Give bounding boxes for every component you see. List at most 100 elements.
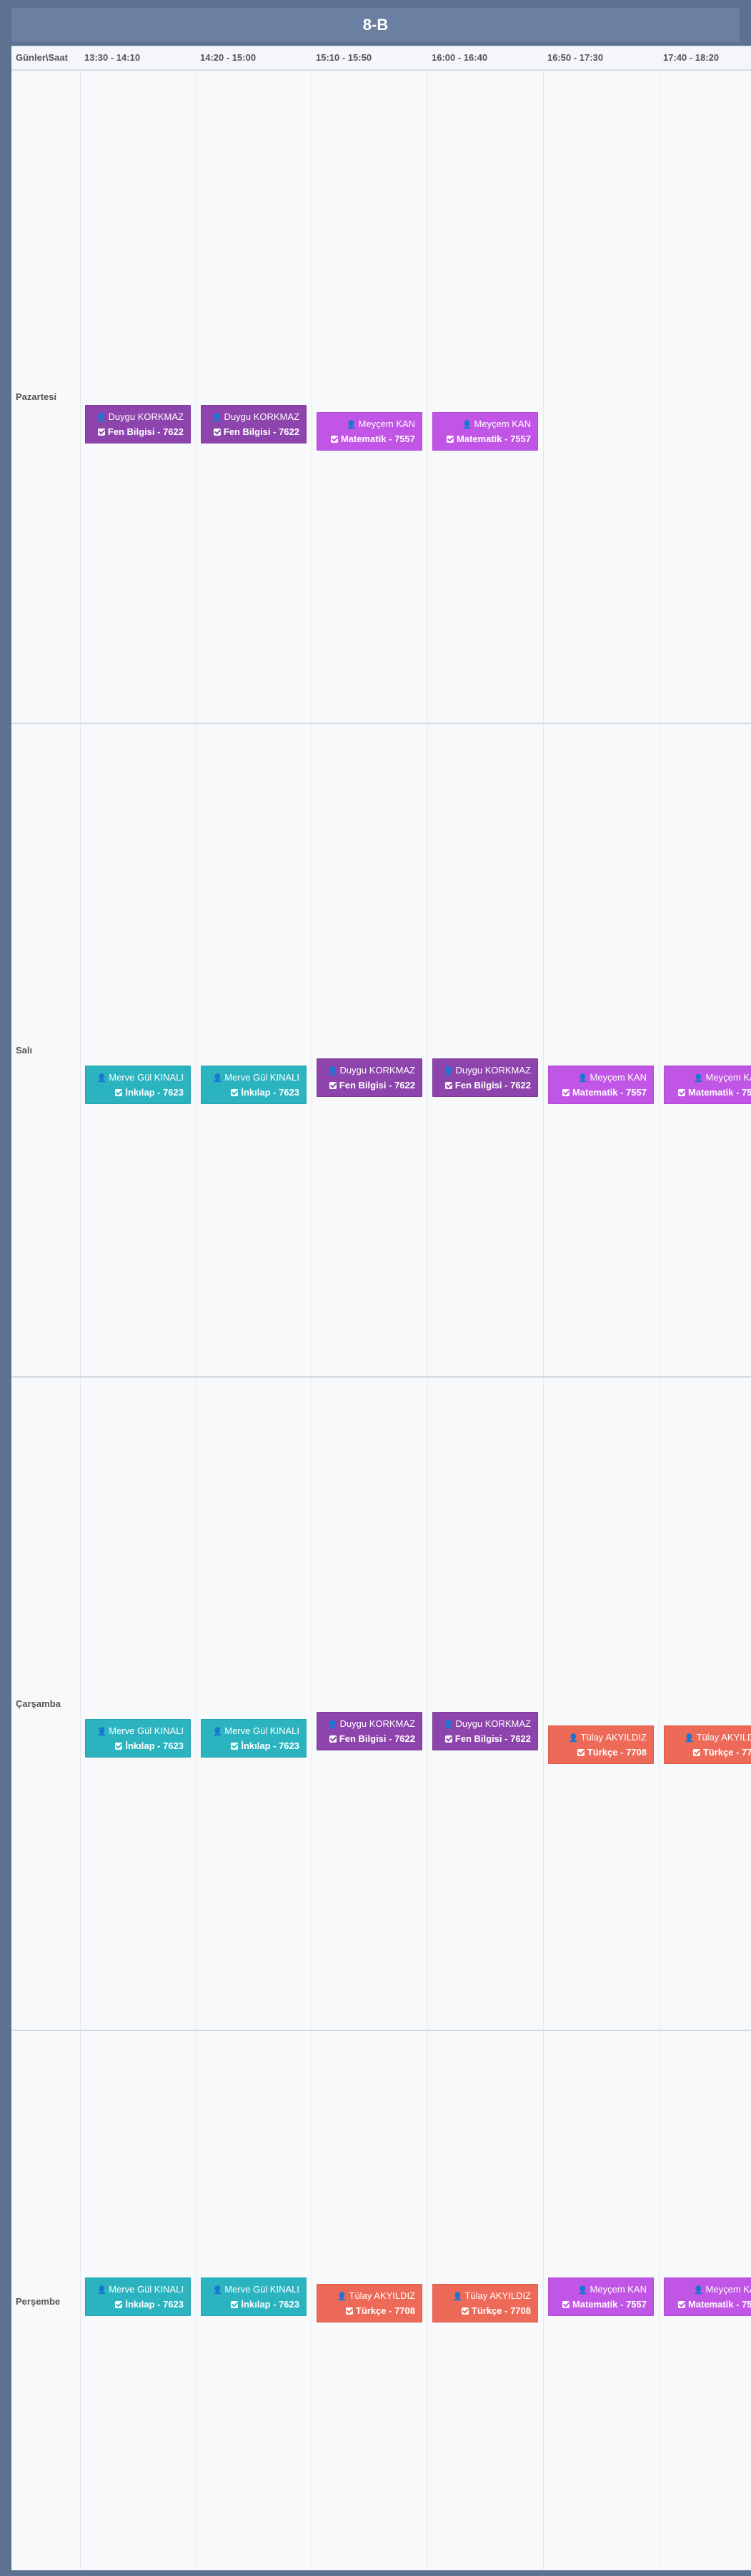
check-square-icon [115,1743,123,1750]
lesson-teacher: 👤 Duygu KORKMAZ [206,410,299,425]
lesson-subject: İnkılap - 7623 [206,1739,299,1753]
lesson-card[interactable]: 👤 Duygu KORKMAZ Fen Bilgisi - 7622 [317,1712,422,1750]
lesson-card[interactable]: 👤Meyçem KAN Matematik - 7557 [664,2277,751,2316]
lesson-card[interactable]: 👤 Merve Gül KINALI İnkılap - 7623 [201,1066,307,1104]
check-square-icon [677,2301,685,2308]
user-icon: 👤 [96,414,106,422]
lesson-card[interactable]: 👤Tülay AKYILDIZ Türkçe - 7708 [432,2284,538,2322]
lesson-subject: Matematik - 7557 [553,2297,647,2311]
lesson-subject: Matematik - 7557 [322,432,415,446]
user-icon: 👤 [462,421,472,429]
lesson-subject: Matematik - 7557 [553,1086,647,1099]
check-square-icon [330,436,338,443]
lesson-subject: İnkılap - 7623 [206,1086,299,1099]
check-square-icon [444,1735,452,1743]
user-icon: 👤 [212,2286,223,2295]
lesson-card[interactable]: 👤Tülay AKYILDIZ Türkçe - 7708 [664,1725,751,1764]
lesson-subject: Türkçe - 7708 [437,2304,531,2317]
check-square-icon [692,1749,700,1756]
lesson-card[interactable]: 👤Meyçem KAN Matematik - 7557 [548,1066,654,1104]
day-label: Pazartesi [16,391,57,402]
lesson-teacher: 👤 Duygu KORKMAZ [437,1063,531,1078]
lesson-card[interactable]: 👤 Merve Gül KINALI İnkılap - 7623 [85,1719,191,1758]
lesson-teacher: 👤 Merve Gül KINALI [90,2282,184,2297]
lesson-teacher: 👤Tülay AKYILDIZ [669,1730,751,1745]
user-icon: 👤 [577,2286,588,2295]
lesson-teacher: 👤 Merve Gül KINALI [206,1724,299,1739]
lesson-teacher: 👤Meyçem KAN [322,417,415,432]
check-square-icon [444,1082,452,1089]
day-label: Çarşamba [16,1698,61,1709]
header-time: 17:40 - 18:20 [663,52,720,63]
lesson-subject: Türkçe - 7708 [553,1745,647,1759]
lesson-card[interactable]: 👤 Merve Gül KINALI İnkılap - 7623 [201,2277,307,2316]
lesson-card[interactable]: 👤Tülay AKYILDIZ Türkçe - 7708 [317,2284,422,2322]
check-square-icon [115,1089,123,1096]
lesson-subject: Fen Bilgisi - 7622 [322,1732,415,1745]
lesson-card[interactable]: 👤Meyçem KAN Matematik - 7557 [548,2277,654,2316]
user-icon: 👤 [327,1720,338,1729]
lesson-teacher: 👤 Merve Gül KINALI [206,2282,299,2297]
lesson-teacher: 👤 Merve Gül KINALI [90,1724,184,1739]
lesson-teacher: 👤Tülay AKYILDIZ [322,2289,415,2304]
check-square-icon [97,429,105,436]
user-icon: 👤 [693,1074,704,1083]
user-icon: 👤 [96,1074,107,1083]
lesson-card[interactable]: 👤Meyçem KAN Matematik - 7557 [317,412,422,451]
check-square-icon [446,436,454,443]
user-icon: 👤 [693,2286,704,2295]
lesson-subject: Matematik - 7557 [669,2297,751,2311]
lesson-teacher: 👤 Duygu KORKMAZ [437,1717,531,1732]
lesson-card[interactable]: 👤 Duygu KORKMAZ Fen Bilgisi - 7622 [201,405,307,443]
lesson-subject: Fen Bilgisi - 7622 [437,1732,531,1745]
user-icon: 👤 [568,1734,579,1743]
check-square-icon [231,1089,239,1096]
lesson-card[interactable]: 👤 Duygu KORKMAZ Fen Bilgisi - 7622 [317,1058,422,1097]
lesson-subject: Türkçe - 7708 [669,1745,751,1759]
lesson-card[interactable]: 👤Meyçem KAN Matematik - 7557 [432,412,538,451]
lesson-subject: Matematik - 7557 [669,1086,751,1099]
lesson-subject: Matematik - 7557 [437,432,531,446]
lesson-card[interactable]: 👤 Duygu KORKMAZ Fen Bilgisi - 7622 [432,1712,538,1750]
lesson-teacher: 👤Meyçem KAN [553,2282,647,2297]
check-square-icon [677,1089,685,1096]
check-square-icon [329,1082,337,1089]
check-square-icon [231,2301,239,2308]
lesson-card[interactable]: 👤 Merve Gül KINALI İnkılap - 7623 [201,1719,307,1758]
lesson-card[interactable]: 👤Meyçem KAN Matematik - 7557 [664,1066,751,1104]
page-bottom-edge [0,2570,751,2576]
lesson-subject: Fen Bilgisi - 7622 [90,425,184,438]
user-icon: 👤 [337,2292,347,2301]
user-icon: 👤 [577,1074,588,1083]
user-icon: 👤 [443,1720,454,1729]
lesson-subject: İnkılap - 7623 [90,2297,184,2311]
header-time: 16:00 - 16:40 [432,52,488,63]
user-icon: 👤 [212,1728,223,1736]
day-row-carsamba: Çarşamba 👤 Merve Gül KINALI İnkılap - 762… [11,1378,751,2031]
lesson-card[interactable]: 👤 Merve Gül KINALI İnkılap - 7623 [85,1066,191,1104]
user-icon: 👤 [346,421,357,429]
lesson-card[interactable]: 👤 Merve Gül KINALI İnkılap - 7623 [85,2277,191,2316]
header-time: 16:50 - 17:30 [547,52,604,63]
lesson-card[interactable]: 👤 Duygu KORKMAZ Fen Bilgisi - 7622 [85,405,191,443]
lesson-subject: İnkılap - 7623 [90,1086,184,1099]
user-icon: 👤 [327,1067,338,1076]
lesson-card[interactable]: 👤Tülay AKYILDIZ Türkçe - 7708 [548,1725,654,1764]
lesson-teacher: 👤Tülay AKYILDIZ [437,2289,531,2304]
user-icon: 👤 [443,1067,454,1076]
lesson-teacher: 👤 Duygu KORKMAZ [90,410,184,425]
lesson-subject: Türkçe - 7708 [322,2304,415,2317]
header-row: Günler\Saat 13:30 - 14:10 14:20 - 15:00 … [11,46,751,71]
page-title: 8-B [11,8,740,42]
check-square-icon [562,2301,570,2308]
header-time: 14:20 - 15:00 [200,52,257,63]
lesson-teacher: 👤 Merve Gül KINALI [90,1071,184,1086]
day-row-persembe: Perşembe 👤 Merve Gül KINALI İnkılap - 762… [11,2031,751,2571]
check-square-icon [231,1743,239,1750]
user-icon: 👤 [452,2292,463,2301]
header-time: 13:30 - 14:10 [84,52,141,63]
check-square-icon [329,1735,337,1743]
user-icon: 👤 [96,2286,107,2295]
lesson-card[interactable]: 👤 Duygu KORKMAZ Fen Bilgisi - 7622 [432,1058,538,1097]
lesson-subject: Fen Bilgisi - 7622 [322,1078,415,1092]
